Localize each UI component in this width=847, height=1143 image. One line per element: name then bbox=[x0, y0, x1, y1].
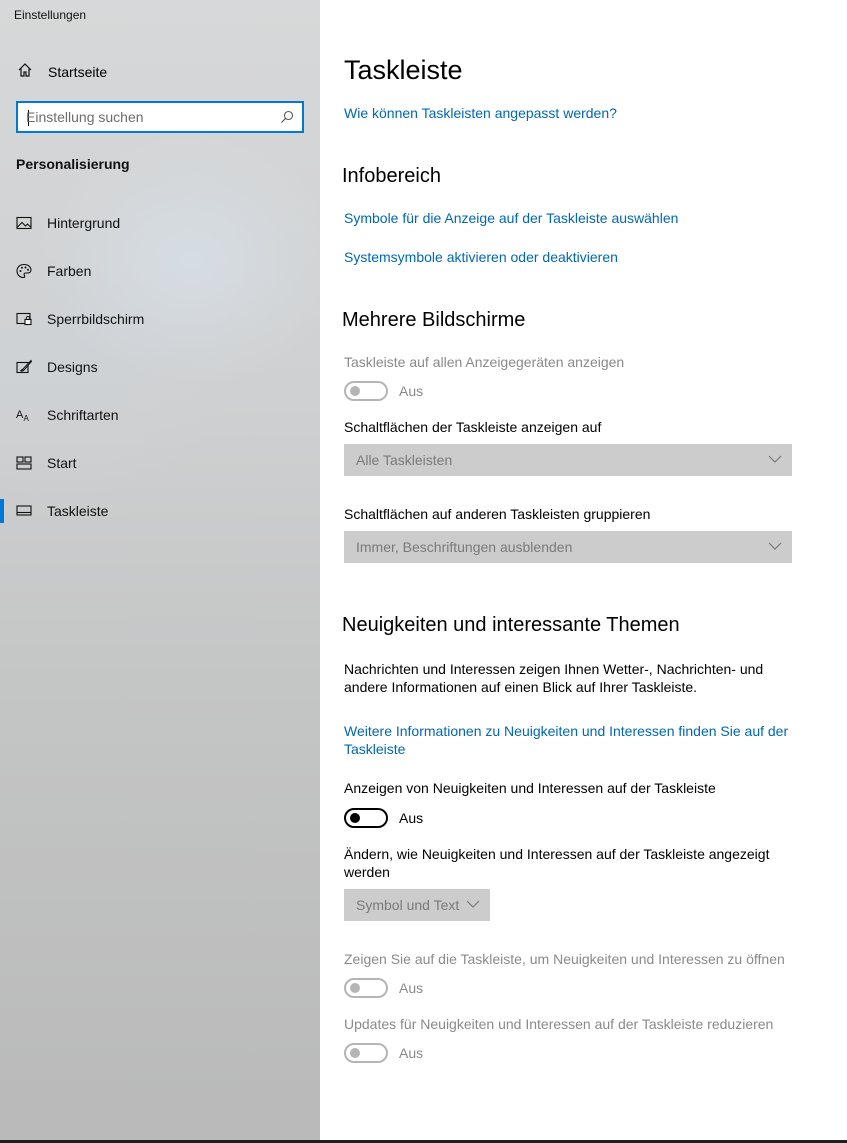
sidebar-item-label: Farben bbox=[47, 263, 92, 279]
dropdown-value: Symbol und Text bbox=[356, 897, 460, 913]
sidebar-item-sperrbildschirm[interactable]: Sperrbildschirm bbox=[0, 299, 320, 339]
hover-open-label: Zeigen Sie auf die Taskleiste, um Neuigk… bbox=[344, 951, 785, 967]
app-title: Einstellungen bbox=[14, 8, 87, 22]
image-icon bbox=[16, 216, 32, 230]
show-news-toggle[interactable] bbox=[344, 808, 388, 828]
sidebar-item-label: Taskleiste bbox=[47, 503, 109, 519]
chevron-down-icon bbox=[768, 542, 782, 550]
page-title: Taskleiste bbox=[344, 55, 463, 85]
taskbar-icon bbox=[16, 505, 32, 516]
section-heading: Personalisierung bbox=[16, 156, 130, 172]
sidebar-item-label: Sperrbildschirm bbox=[47, 311, 145, 327]
sidebar-item-farben[interactable]: Farben bbox=[0, 251, 320, 291]
sidebar-item-designs[interactable]: Designs bbox=[0, 347, 320, 387]
buttons-on-label: Schaltflächen der Taskleiste anzeigen au… bbox=[344, 419, 602, 435]
news-description-line-2: andere Informationen auf einen Blick auf… bbox=[344, 679, 698, 695]
show-on-all-displays-label: Taskleiste auf allen Anzeigegeräten anze… bbox=[344, 354, 625, 370]
sidebar-item-label: Designs bbox=[47, 359, 98, 375]
section-title-news: Neuigkeiten und interessante Themen bbox=[342, 614, 680, 636]
sidebar-item-taskleiste[interactable]: Taskleiste bbox=[0, 491, 320, 531]
lock-screen-icon bbox=[16, 312, 32, 326]
change-display-label-line-2: werden bbox=[344, 864, 390, 880]
fonts-icon: A A bbox=[16, 409, 30, 423]
help-link[interactable]: Wie können Taskleisten angepasst werden? bbox=[344, 104, 617, 122]
show-news-label: Anzeigen von Neuigkeiten und Interessen … bbox=[344, 780, 716, 796]
toggle-state: Aus bbox=[399, 980, 424, 996]
sidebar-item-label: Schriftarten bbox=[47, 407, 119, 423]
brush-icon bbox=[16, 359, 32, 374]
news-display-dropdown[interactable]: Symbol und Text bbox=[344, 889, 490, 921]
buttons-on-dropdown[interactable]: Alle Taskleisten bbox=[344, 444, 792, 476]
toggle-knob bbox=[350, 813, 360, 823]
start-tiles-icon bbox=[16, 456, 32, 470]
show-on-all-displays-row: Aus bbox=[344, 381, 544, 401]
reduce-updates-toggle[interactable] bbox=[344, 1043, 388, 1063]
section-title-multiple-displays: Mehrere Bildschirme bbox=[342, 309, 526, 331]
dropdown-value: Immer, Beschriftungen ausblenden bbox=[356, 539, 573, 555]
news-more-info-link-line-1[interactable]: Weitere Informationen zu Neuigkeiten und… bbox=[344, 722, 788, 740]
toggle-state: Aus bbox=[399, 810, 424, 826]
search-input[interactable] bbox=[26, 108, 276, 126]
reduce-updates-row: Aus bbox=[344, 1043, 544, 1063]
svg-text:A: A bbox=[24, 414, 30, 423]
toggle-knob bbox=[350, 1048, 360, 1058]
search-icon[interactable] bbox=[280, 110, 294, 124]
show-on-all-displays-toggle[interactable] bbox=[344, 381, 388, 401]
news-more-info-link-line-2[interactable]: Taskleiste bbox=[344, 740, 405, 758]
hover-open-toggle[interactable] bbox=[344, 978, 388, 998]
home-nav-item[interactable]: Startseite bbox=[0, 56, 320, 86]
sidebar-item-label: Hintergrund bbox=[47, 215, 121, 231]
combine-buttons-dropdown[interactable]: Immer, Beschriftungen ausblenden bbox=[344, 531, 792, 563]
toggle-knob bbox=[350, 386, 360, 396]
dropdown-value: Alle Taskleisten bbox=[356, 452, 453, 468]
reduce-updates-label: Updates für Neuigkeiten und Interessen a… bbox=[344, 1016, 774, 1032]
main-content: Taskleiste Wie können Taskleisten angepa… bbox=[320, 0, 847, 1143]
sidebar-item-schriftarten[interactable]: A A Schriftarten bbox=[0, 395, 320, 435]
hover-open-row: Aus bbox=[344, 978, 544, 998]
chevron-down-icon bbox=[466, 900, 480, 908]
sidebar-item-start[interactable]: Start bbox=[0, 443, 320, 483]
combine-buttons-label: Schaltflächen auf anderen Taskleisten gr… bbox=[344, 506, 651, 522]
change-display-label-line-1: Ändern, wie Neuigkeiten und Interessen a… bbox=[344, 846, 770, 862]
toggle-state: Aus bbox=[399, 1045, 424, 1061]
home-icon bbox=[18, 63, 32, 77]
palette-icon bbox=[16, 263, 32, 279]
search-box[interactable] bbox=[16, 101, 304, 133]
system-icons-link[interactable]: Systemsymbole aktivieren oder deaktivier… bbox=[344, 248, 618, 266]
chevron-down-icon bbox=[768, 455, 782, 463]
sidebar-item-label: Start bbox=[47, 455, 77, 471]
sidebar-item-hintergrund[interactable]: Hintergrund bbox=[0, 203, 320, 243]
selected-indicator bbox=[0, 499, 4, 523]
news-description-line-1: Nachrichten und Interessen zeigen Ihnen … bbox=[344, 661, 764, 677]
sidebar: Einstellungen Startseite Personalisierun… bbox=[0, 0, 320, 1143]
toggle-knob bbox=[350, 983, 360, 993]
show-news-row: Aus bbox=[344, 808, 544, 828]
home-label: Startseite bbox=[48, 64, 108, 80]
select-taskbar-icons-link[interactable]: Symbole für die Anzeige auf der Taskleis… bbox=[344, 209, 678, 227]
section-title-infobereich: Infobereich bbox=[342, 165, 441, 187]
toggle-state: Aus bbox=[399, 383, 424, 399]
